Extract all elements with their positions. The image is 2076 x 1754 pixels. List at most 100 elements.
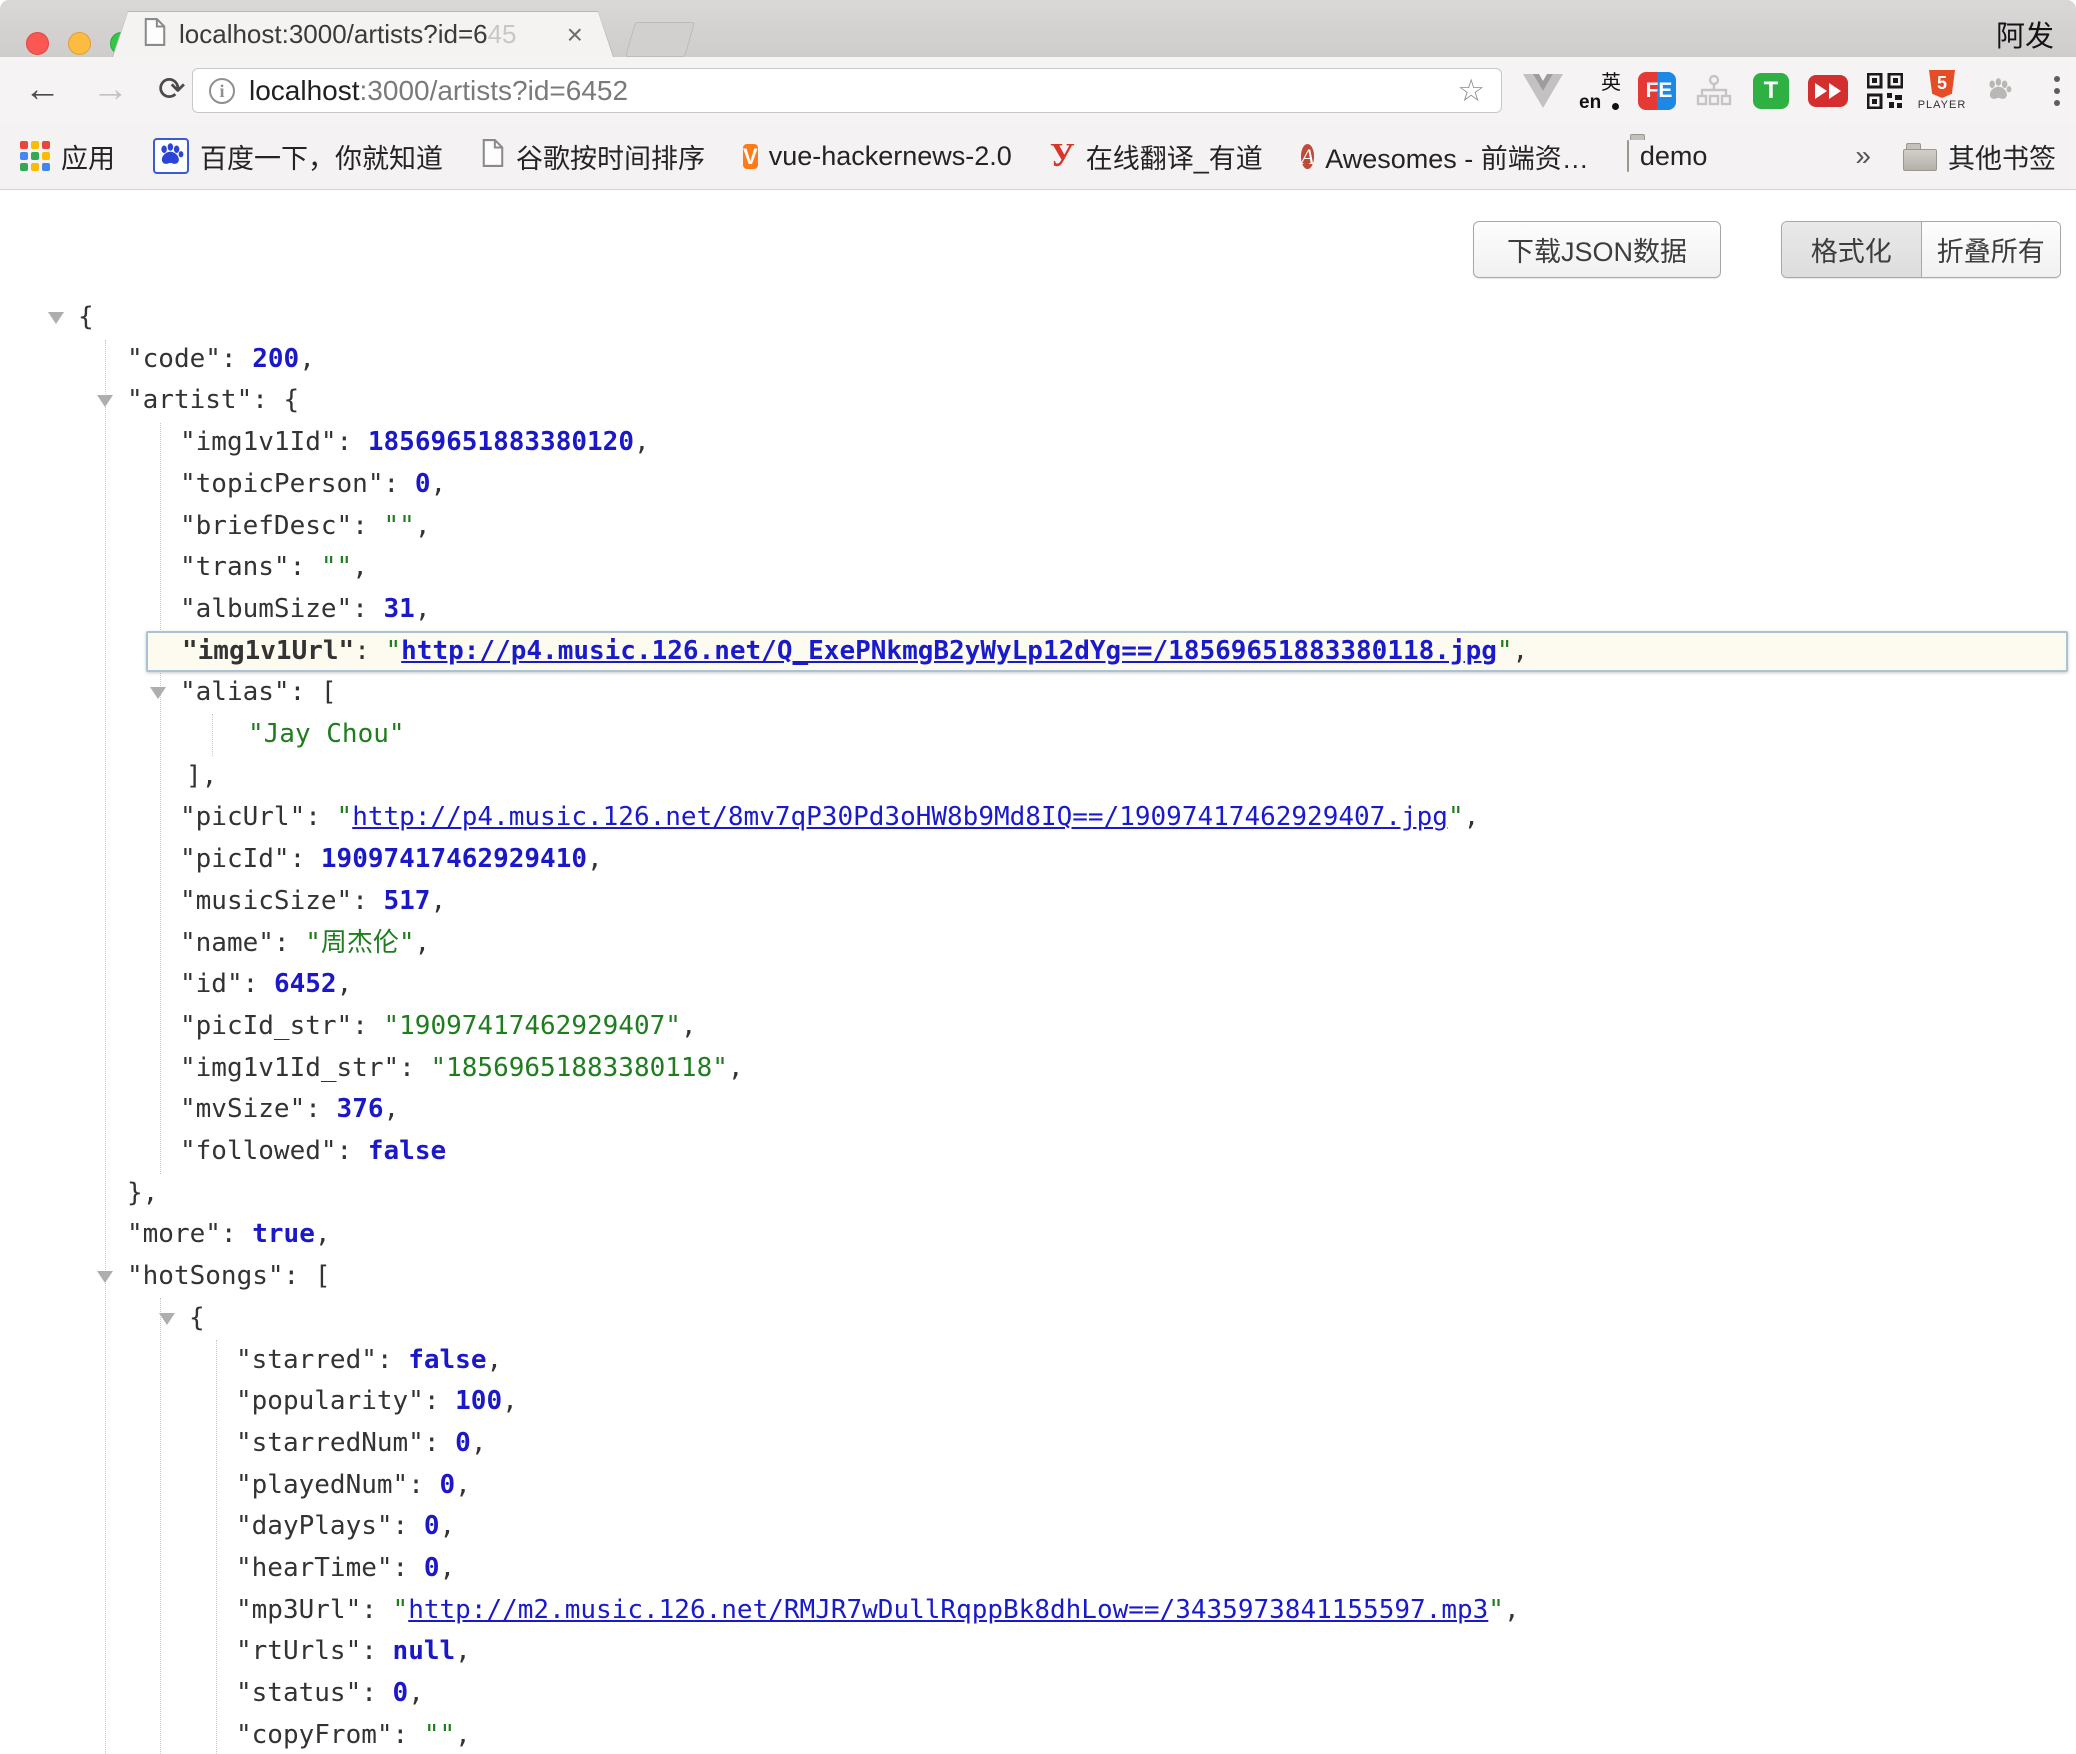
json-token-s: ""	[424, 1720, 455, 1750]
json-token-k: "picUrl"	[180, 802, 305, 832]
json-line: "mp3Url": "http://m2.music.126.net/RMJR7…	[0, 1590, 2076, 1632]
page-icon	[481, 138, 505, 175]
bookmark-label: Awesomes - 前端资…	[1325, 137, 1589, 176]
json-link[interactable]: http://p4.music.126.net/8mv7qP30Pd3oHW8b…	[352, 802, 1448, 832]
json-token-p: ,	[415, 594, 431, 624]
folder-icon	[1903, 149, 1937, 171]
json-line: {	[0, 1298, 2076, 1340]
json-line: "playedNum": 0,	[0, 1465, 2076, 1507]
json-token-p: },	[127, 1178, 158, 1208]
json-token-k: "popularity"	[236, 1386, 424, 1416]
json-token-p: ,	[1504, 1595, 1520, 1625]
json-tree: {"code": 200,"artist": {"img1v1Id": 1856…	[0, 190, 2076, 1754]
bookmark-other-bookmarks[interactable]: 其他书签	[1903, 137, 2056, 176]
json-token-p: ,	[502, 1386, 518, 1416]
collapse-all-button[interactable]: 折叠所有	[1921, 222, 2061, 277]
collapse-toggle-icon[interactable]	[150, 687, 166, 699]
json-line: "followed": false	[0, 1131, 2076, 1173]
bookmarks-overflow-icon[interactable]: »	[1855, 140, 1871, 172]
json-token-k: "starred"	[236, 1345, 377, 1375]
json-token-p: :	[221, 1219, 252, 1249]
json-token-s: ""	[384, 511, 415, 541]
awesomes-icon: A	[1301, 140, 1314, 173]
json-token-p: ,	[337, 969, 353, 999]
reload-button-icon[interactable]: ⟳	[158, 65, 186, 113]
new-tab-button[interactable]	[625, 22, 695, 57]
bookmark-item[interactable]: Vvue-hackernews-2.0	[743, 140, 1012, 173]
vue-devtools-icon[interactable]	[1522, 70, 1564, 112]
json-line: "code": 200,	[0, 339, 2076, 381]
json-token-s: "周杰伦"	[305, 928, 414, 958]
json-token-n: 100	[455, 1386, 502, 1416]
browser-tab[interactable]: localhost:3000/artists?id=645 ×	[112, 11, 614, 57]
json-line: "artist": {	[0, 380, 2076, 422]
format-button[interactable]: 格式化	[1782, 222, 1921, 277]
json-token-k: "artist"	[127, 385, 252, 415]
json-token-n: 0	[440, 1470, 456, 1500]
json-token-s: ""	[321, 552, 352, 582]
json-token-p: ,	[455, 1636, 471, 1666]
json-token-s: "18569651883380118"	[430, 1053, 727, 1083]
json-token-p: :	[290, 844, 321, 874]
json-token-p: :	[361, 1636, 392, 1666]
bookmark-item[interactable]: A Awesomes - 前端资…	[1301, 137, 1589, 176]
qr-code-icon[interactable]	[1864, 70, 1906, 112]
json-token-p: ,	[728, 1053, 744, 1083]
json-token-n: 6452	[274, 969, 337, 999]
json-token-p: ,	[486, 1345, 502, 1375]
tab-close-icon[interactable]: ×	[567, 21, 583, 49]
tampermonkey-icon[interactable]: T	[1750, 70, 1792, 112]
url-text[interactable]: localhost:3000/artists?id=6452	[249, 75, 1457, 107]
back-button-icon[interactable]: ←	[24, 65, 61, 113]
json-token-p: ,	[440, 1511, 456, 1541]
json-token-p: ,	[430, 886, 446, 916]
close-window-button[interactable]	[26, 32, 49, 55]
json-token-n: 18569651883380120	[368, 427, 634, 457]
page-info-icon[interactable]: i	[209, 78, 235, 104]
json-token-p: ,	[1513, 636, 1529, 666]
html5-player-icon[interactable]: 5PLAYER	[1921, 70, 1963, 112]
json-line: "more": true,	[0, 1214, 2076, 1256]
paw-icon[interactable]	[1978, 70, 2020, 112]
json-token-n: 19097417462929410	[321, 844, 587, 874]
json-token-k: "mvSize"	[180, 1094, 305, 1124]
download-json-button[interactable]: 下载JSON数据	[1473, 221, 1721, 278]
bookmark-item[interactable]: 百度一下，你就知道	[153, 137, 443, 176]
json-line: "id": 6452,	[0, 964, 2076, 1006]
collapse-toggle-icon[interactable]	[97, 1271, 113, 1283]
json-link[interactable]: http://p4.music.126.net/Q_ExePNkmgB2yWyL…	[401, 636, 1497, 666]
chrome-menu-icon[interactable]	[2054, 76, 2060, 106]
json-line: "popularity": 100,	[0, 1381, 2076, 1423]
json-token-p: : {	[252, 385, 299, 415]
collapse-toggle-icon[interactable]	[48, 312, 64, 324]
json-line: "dayPlays": 0,	[0, 1506, 2076, 1548]
bookmark-item[interactable]: 应用	[20, 137, 115, 176]
profile-name[interactable]: 阿发	[1996, 13, 2054, 55]
bookmark-item[interactable]: У在线翻译_有道	[1050, 137, 1263, 176]
json-token-p: :	[290, 552, 321, 582]
bookmark-star-icon[interactable]: ☆	[1457, 73, 1485, 109]
json-token-q: "	[1488, 1595, 1504, 1625]
json-token-b: false	[408, 1345, 486, 1375]
fe-helper-icon[interactable]: FE	[1636, 70, 1678, 112]
json-token-k: "name"	[180, 928, 274, 958]
json-line: "briefDesc": "",	[0, 506, 2076, 548]
collapse-toggle-icon[interactable]	[97, 395, 113, 407]
translate-icon[interactable]: 英en	[1579, 70, 1621, 112]
vue-icon: V	[743, 140, 758, 173]
video-speed-icon[interactable]	[1807, 70, 1849, 112]
youdao-icon: У	[1050, 139, 1075, 173]
json-token-k: "img1v1Url"	[182, 636, 354, 666]
bookmark-item[interactable]: demo	[1627, 141, 1708, 172]
minimize-window-button[interactable]	[68, 32, 91, 55]
collapse-toggle-icon[interactable]	[159, 1313, 175, 1325]
json-link[interactable]: http://m2.music.126.net/RMJR7wDullRqppBk…	[408, 1595, 1488, 1625]
bookmark-item[interactable]: 谷歌按时间排序	[481, 137, 705, 176]
sitemap-icon[interactable]	[1693, 70, 1735, 112]
address-bar[interactable]: i localhost:3000/artists?id=6452 ☆	[192, 68, 1502, 113]
json-token-k: "picId"	[180, 844, 290, 874]
json-token-k: "mp3Url"	[236, 1595, 361, 1625]
view-mode-segmented-control: 格式化 折叠所有	[1781, 221, 2061, 278]
json-line: "topicPerson": 0,	[0, 464, 2076, 506]
json-line: "copyFrom": "",	[0, 1715, 2076, 1754]
